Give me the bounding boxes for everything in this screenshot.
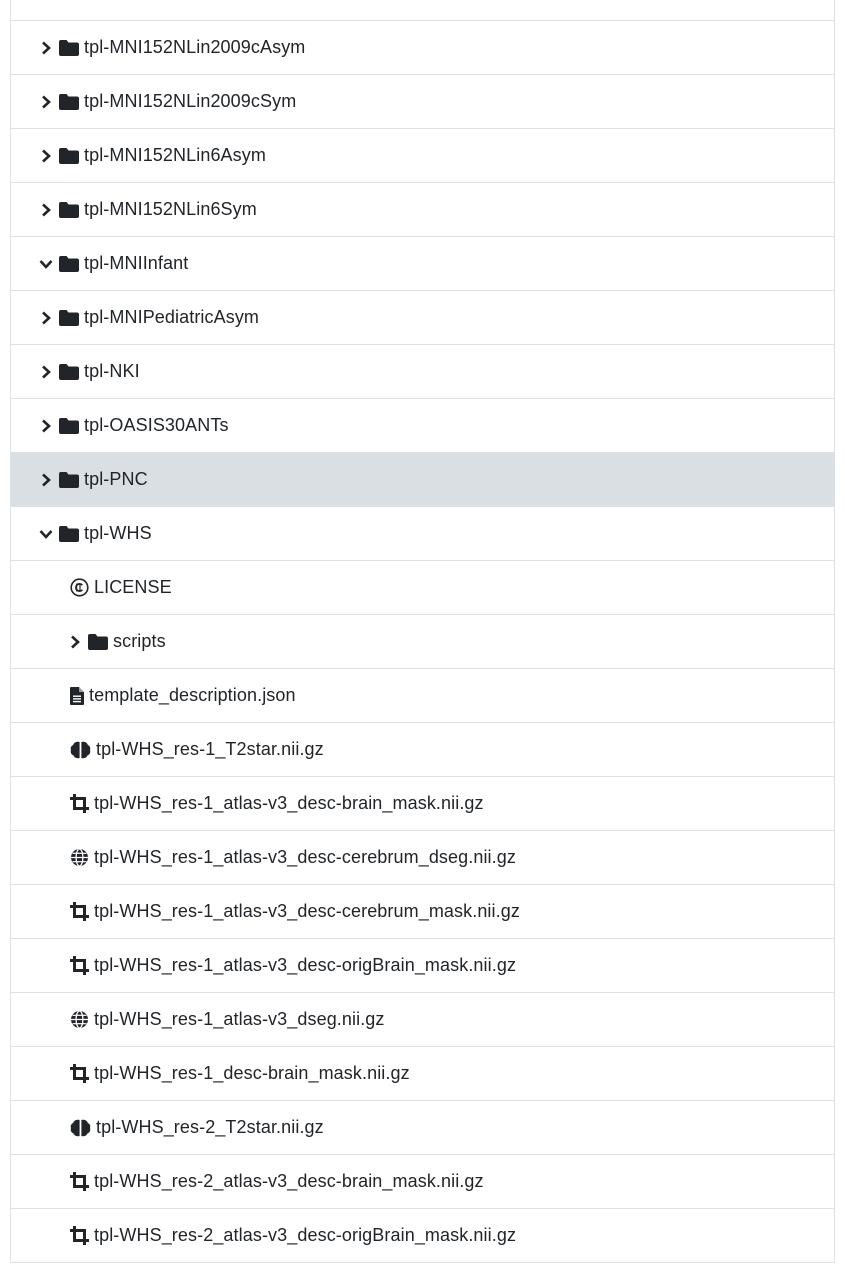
chevron-right-icon[interactable]	[37, 363, 55, 381]
chevron-right-icon[interactable]	[37, 309, 55, 327]
file-label: tpl-WHS_res-2_atlas-v3_desc-origBrain_ma…	[94, 1225, 517, 1245]
folder-icon	[59, 525, 79, 542]
tree-row-partial[interactable]	[11, 0, 834, 21]
tree-file-row[interactable]: tpl-WHS_res-1_atlas-v3_desc-origBrain_ma…	[11, 939, 834, 993]
folder-icon	[59, 147, 79, 164]
tree-folder-row[interactable]: tpl-MNIInfant	[11, 237, 834, 291]
brain-icon	[70, 1119, 91, 1137]
folder-label: tpl-WHS	[84, 523, 152, 543]
tree-folder-row[interactable]: tpl-OASIS30ANTs	[11, 399, 834, 453]
folder-label: tpl-OASIS30ANTs	[84, 415, 229, 435]
tree-file-row[interactable]: tpl-WHS_res-1_atlas-v3_desc-brain_mask.n…	[11, 777, 834, 831]
chevron-right-icon[interactable]	[37, 93, 55, 111]
tree-file-row[interactable]: template_description.json	[11, 669, 834, 723]
tree-folder-row[interactable]: tpl-MNI152NLin6Asym	[11, 129, 834, 183]
file-label: tpl-WHS_res-1_atlas-v3_desc-cerebrum_dse…	[94, 847, 516, 867]
file-tree: tpl-MNI152NLin2009cAsym tpl-MNI152NLin20…	[10, 0, 835, 1263]
file-text-icon	[70, 686, 84, 705]
folder-icon	[88, 633, 108, 650]
crop-icon	[70, 794, 89, 813]
tree-file-row[interactable]: tpl-WHS_res-1_atlas-v3_desc-cerebrum_mas…	[11, 885, 834, 939]
crop-icon	[70, 902, 89, 921]
chevron-right-icon[interactable]	[37, 471, 55, 489]
tree-file-row[interactable]: LICENSE	[11, 561, 834, 615]
tree-file-row[interactable]: tpl-WHS_res-1_desc-brain_mask.nii.gz	[11, 1047, 834, 1101]
tree-folder-row[interactable]: tpl-MNIPediatricAsym	[11, 291, 834, 345]
crop-icon	[70, 1172, 89, 1191]
chevron-right-icon[interactable]	[37, 201, 55, 219]
folder-label: tpl-MNIPediatricAsym	[84, 307, 260, 327]
globe-icon	[70, 1010, 89, 1029]
copyright-icon	[70, 578, 89, 597]
tree-folder-row[interactable]: tpl-MNI152NLin6Sym	[11, 183, 834, 237]
tree-folder-row-highlighted[interactable]: tpl-PNC	[11, 453, 834, 507]
tree-file-row[interactable]: tpl-WHS_res-1_T2star.nii.gz	[11, 723, 834, 777]
folder-icon	[59, 201, 79, 218]
folder-icon	[59, 309, 79, 326]
file-label: tpl-WHS_res-2_T2star.nii.gz	[96, 1117, 324, 1137]
folder-icon	[59, 417, 79, 434]
folder-label: tpl-MNI152NLin6Asym	[84, 145, 266, 165]
tree-file-row[interactable]: tpl-WHS_res-1_atlas-v3_desc-cerebrum_dse…	[11, 831, 834, 885]
tree-file-row[interactable]: tpl-WHS_res-2_atlas-v3_desc-origBrain_ma…	[11, 1209, 834, 1263]
folder-label: tpl-PNC	[84, 469, 148, 489]
tree-folder-row[interactable]: tpl-NKI	[11, 345, 834, 399]
tree-file-row[interactable]: tpl-WHS_res-1_atlas-v3_dseg.nii.gz	[11, 993, 834, 1047]
chevron-right-icon[interactable]	[37, 147, 55, 165]
chevron-right-icon[interactable]	[37, 417, 55, 435]
chevron-down-icon[interactable]	[37, 255, 55, 273]
file-label: tpl-WHS_res-1_atlas-v3_dseg.nii.gz	[94, 1009, 385, 1029]
folder-icon	[59, 471, 79, 488]
file-label: tpl-WHS_res-1_atlas-v3_desc-brain_mask.n…	[94, 793, 484, 813]
tree-file-row[interactable]: tpl-WHS_res-2_T2star.nii.gz	[11, 1101, 834, 1155]
file-label: tpl-WHS_res-1_atlas-v3_desc-origBrain_ma…	[94, 955, 517, 975]
folder-icon	[59, 363, 79, 380]
file-label: tpl-WHS_res-1_T2star.nii.gz	[96, 739, 324, 759]
folder-label: tpl-MNI152NLin2009cAsym	[84, 37, 306, 57]
crop-icon	[70, 1064, 89, 1083]
file-label: LICENSE	[94, 577, 172, 597]
folder-label: scripts	[113, 631, 166, 651]
folder-label: tpl-MNIInfant	[84, 253, 189, 273]
crop-icon	[70, 1226, 89, 1245]
tree-folder-row[interactable]: tpl-MNI152NLin2009cSym	[11, 75, 834, 129]
brain-icon	[70, 741, 91, 759]
tree-file-row[interactable]: tpl-WHS_res-2_atlas-v3_desc-brain_mask.n…	[11, 1155, 834, 1209]
file-label: tpl-WHS_res-2_atlas-v3_desc-brain_mask.n…	[94, 1171, 484, 1191]
folder-label: tpl-MNI152NLin2009cSym	[84, 91, 297, 111]
chevron-right-icon[interactable]	[66, 633, 84, 651]
chevron-down-icon[interactable]	[37, 525, 55, 543]
folder-label: tpl-NKI	[84, 361, 140, 381]
globe-icon	[70, 848, 89, 867]
file-label: tpl-WHS_res-1_atlas-v3_desc-cerebrum_mas…	[94, 901, 520, 921]
folder-icon	[59, 255, 79, 272]
file-label: tpl-WHS_res-1_desc-brain_mask.nii.gz	[94, 1063, 410, 1083]
file-label: template_description.json	[89, 685, 296, 705]
tree-folder-row[interactable]: tpl-WHS	[11, 507, 834, 561]
crop-icon	[70, 956, 89, 975]
tree-folder-row[interactable]: tpl-MNI152NLin2009cAsym	[11, 21, 834, 75]
chevron-right-icon[interactable]	[37, 39, 55, 57]
tree-folder-row[interactable]: scripts	[11, 615, 834, 669]
folder-label: tpl-MNI152NLin6Sym	[84, 199, 257, 219]
folder-icon	[59, 93, 79, 110]
folder-icon	[59, 39, 79, 56]
